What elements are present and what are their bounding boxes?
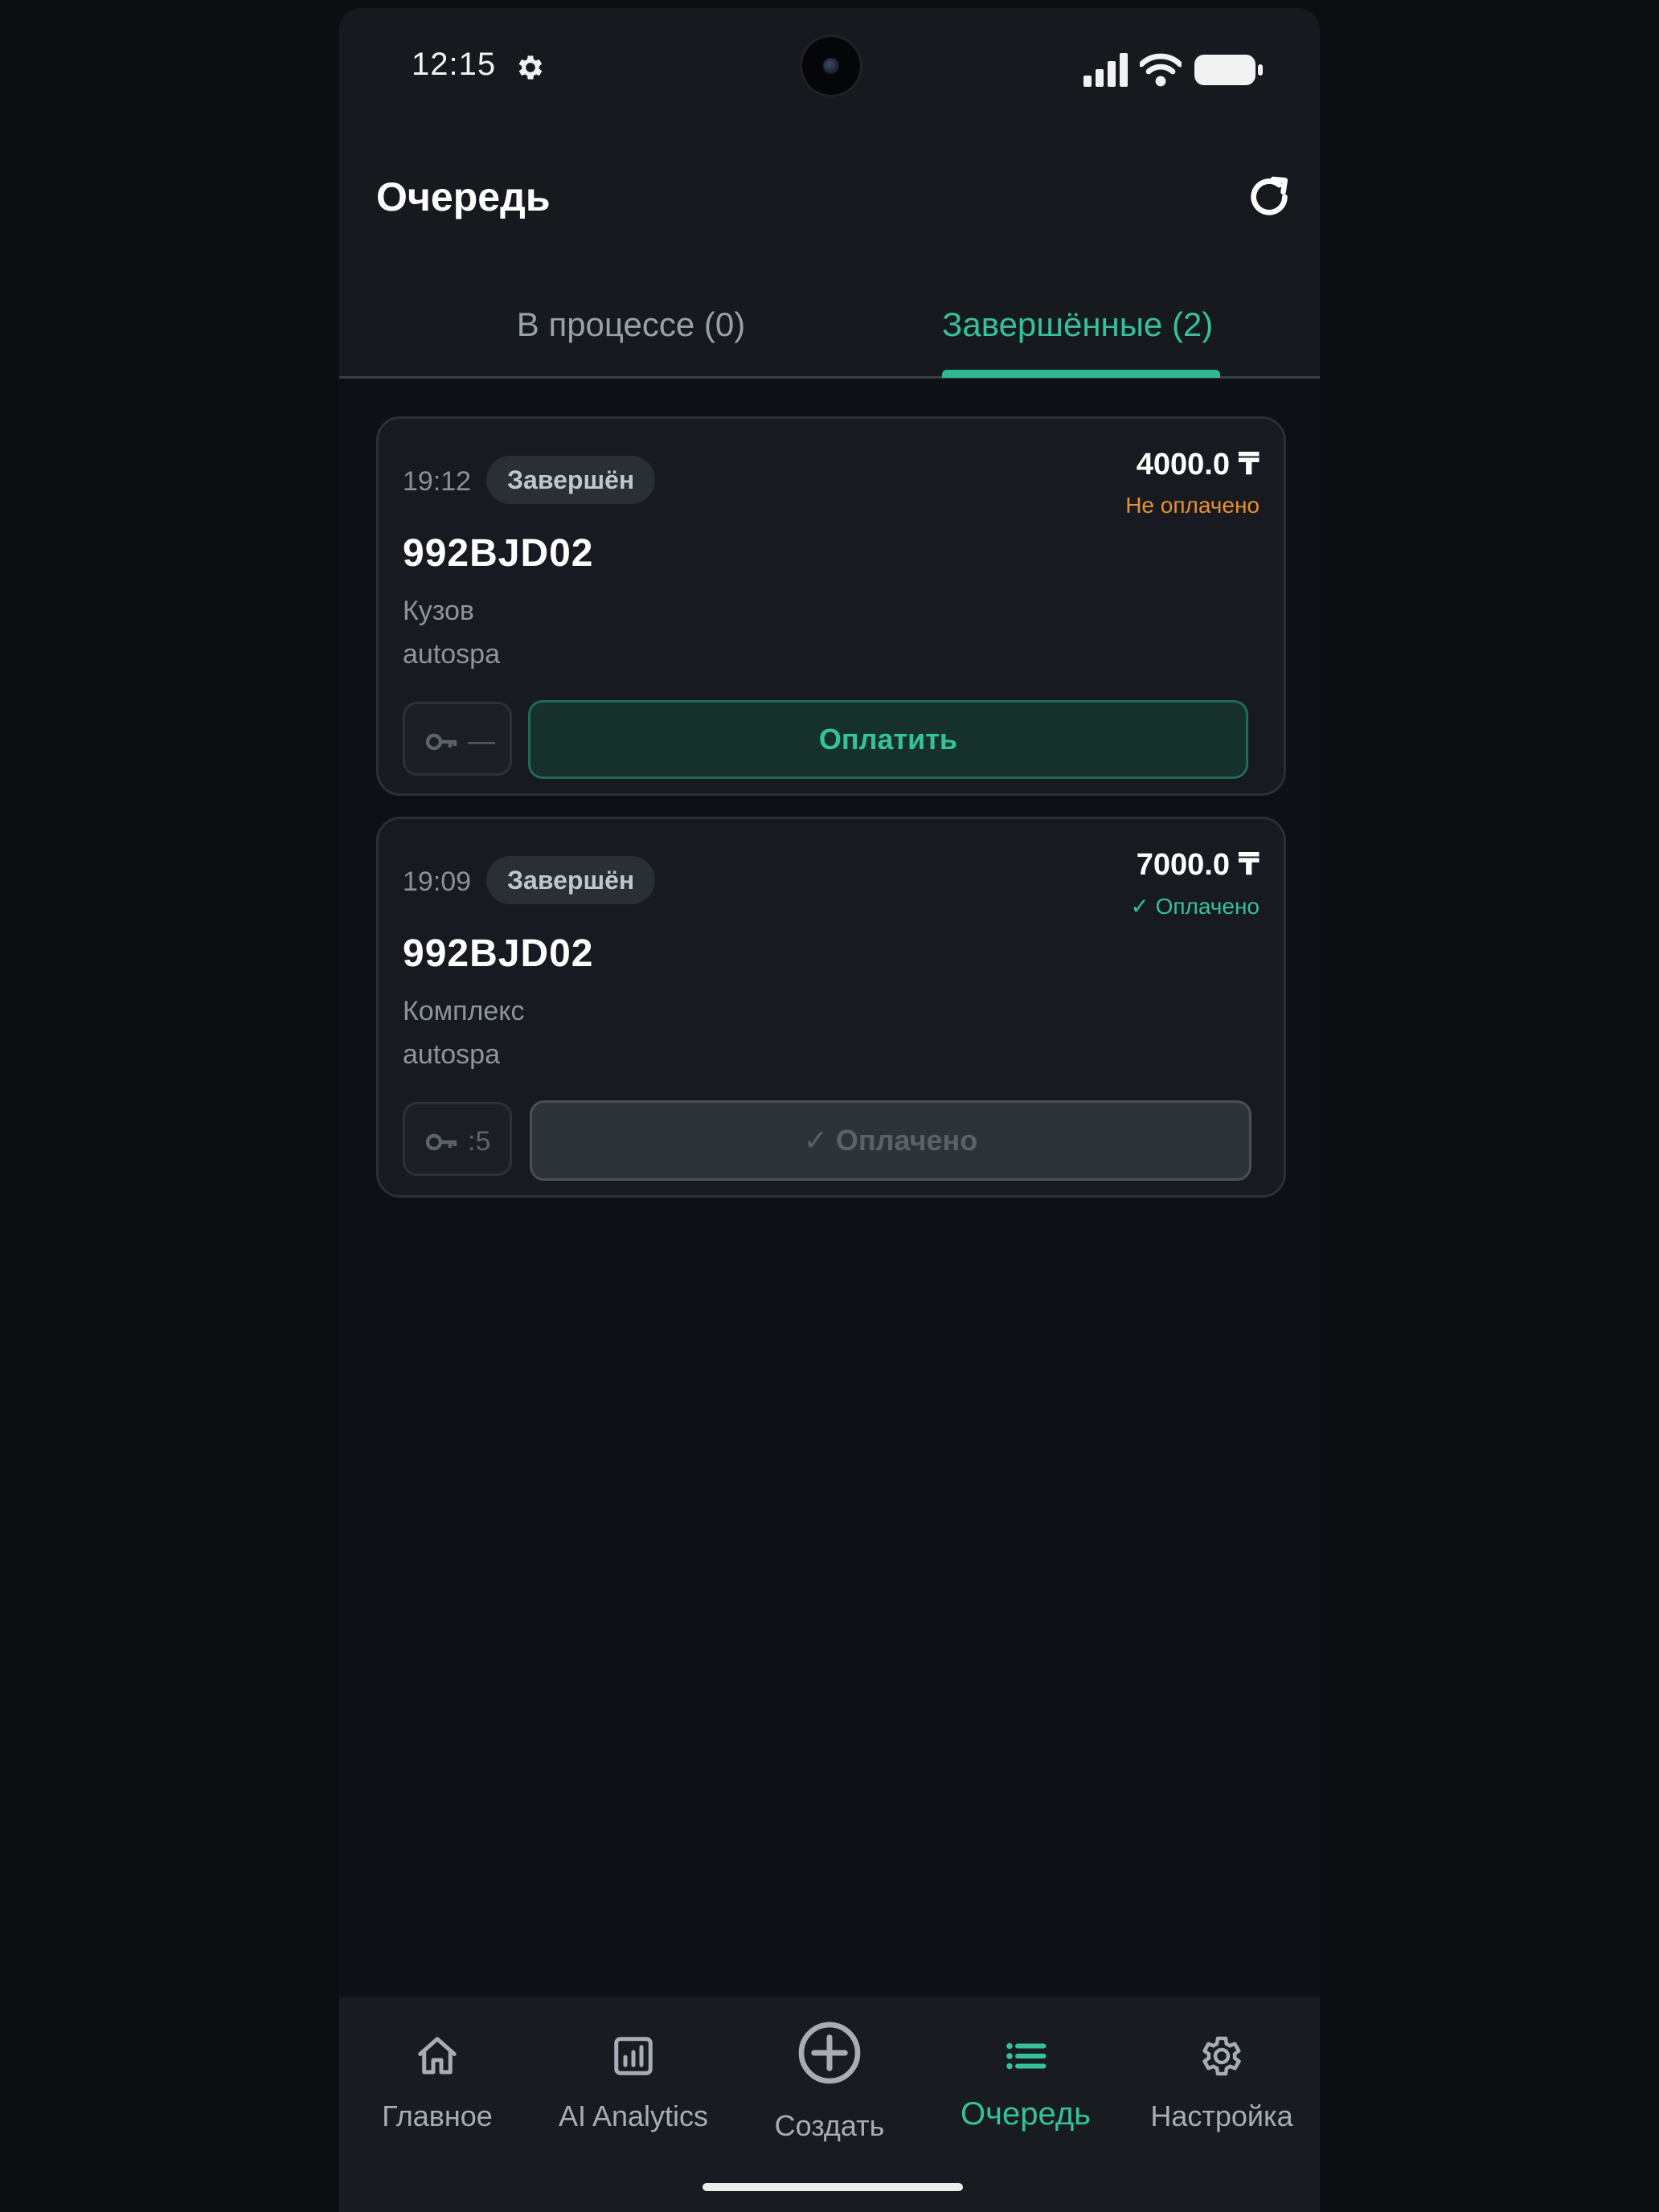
order-price: 4000.0 ₸: [1136, 448, 1260, 481]
key-slot-button[interactable]: :5: [403, 1102, 512, 1176]
company-name: autospa: [403, 1039, 500, 1070]
nav-item-queue[interactable]: Очередь: [928, 1997, 1124, 2157]
nav-label: AI Analytics: [558, 2099, 709, 2132]
nav-item-create[interactable]: Создать: [731, 1997, 928, 2157]
status-time: 12:15: [412, 47, 497, 82]
signal-icon: [1083, 53, 1128, 87]
page-title: Очередь: [376, 174, 551, 219]
nav-label: Главное: [382, 2099, 493, 2132]
license-plate: 992BJD02: [403, 532, 594, 575]
nav-label: Создать: [774, 2109, 885, 2142]
battery-icon: [1194, 55, 1263, 85]
list-icon: [1006, 2042, 1047, 2070]
bottom-navigation: Главное AI Analytics Создать Очередь Нас…: [339, 1997, 1320, 2212]
nav-label: Очередь: [961, 2096, 1091, 2132]
status-badge: Завершён: [486, 456, 656, 504]
key-icon: [426, 733, 457, 751]
nav-label: Настройка: [1150, 2099, 1293, 2132]
front-camera: [802, 37, 860, 95]
order-price: 7000.0 ₸: [1136, 848, 1260, 882]
key-icon: [426, 1133, 457, 1151]
order-card[interactable]: 19:12 Завершён 4000.0 ₸ Не оплачено 992B…: [376, 416, 1286, 796]
service-type: Кузов: [403, 596, 474, 626]
plus-circle-icon: [798, 2022, 861, 2084]
license-plate: 992BJD02: [403, 932, 594, 975]
order-time: 19:09: [403, 866, 472, 897]
phone-screen: 12:15 Очередь В процессе (0) Завершённые…: [339, 8, 1320, 2212]
key-number: :5: [468, 1126, 491, 1157]
payment-status: ✓ Оплачено: [1130, 894, 1260, 919]
status-badge: Завершён: [486, 856, 656, 904]
nav-item-ai-analytics[interactable]: AI Analytics: [535, 1997, 731, 2157]
company-name: autospa: [403, 639, 500, 670]
active-tab-indicator: [942, 370, 1220, 378]
analytics-icon: [614, 2037, 653, 2075]
app-header: 12:15 Очередь В процессе (0) Завершённые…: [339, 8, 1320, 379]
wifi-icon: [1140, 53, 1182, 87]
tab-in-progress[interactable]: В процессе (0): [468, 301, 794, 349]
home-indicator: [703, 2183, 963, 2191]
settings-status-icon: [518, 55, 543, 80]
payment-status: Не оплачено: [1125, 493, 1260, 518]
home-icon: [418, 2037, 457, 2075]
order-time: 19:12: [403, 466, 472, 497]
refresh-icon[interactable]: [1244, 172, 1294, 222]
gear-icon: [1202, 2036, 1241, 2076]
order-card[interactable]: 19:09 Завершён 7000.0 ₸ ✓ Оплачено 992BJ…: [376, 817, 1286, 1198]
nav-item-settings[interactable]: Настройка: [1124, 1997, 1320, 2157]
nav-item-home[interactable]: Главное: [339, 1997, 535, 2157]
pay-button[interactable]: Оплатить: [528, 700, 1248, 779]
key-slot-button[interactable]: —: [403, 702, 512, 776]
key-number: —: [468, 726, 495, 756]
paid-button-disabled: ✓ Оплачено: [530, 1100, 1251, 1181]
tab-completed[interactable]: Завершённые (2): [942, 301, 1320, 349]
service-type: Комплекс: [403, 996, 525, 1026]
